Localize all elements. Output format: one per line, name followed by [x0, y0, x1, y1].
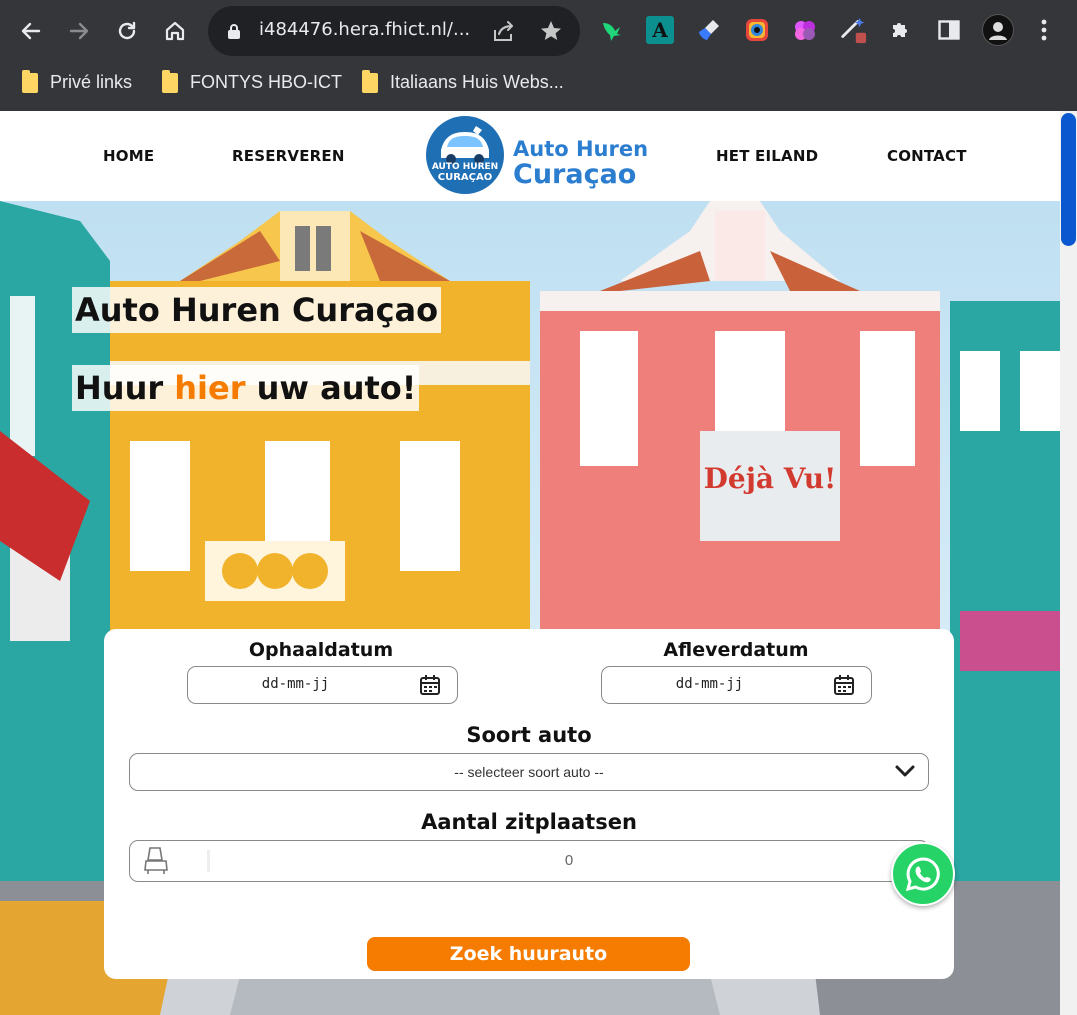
- bookmark-label: FONTYS HBO-ICT: [190, 72, 342, 92]
- lock-icon: [228, 24, 240, 39]
- nav-reserveren[interactable]: RESERVEREN: [232, 147, 345, 165]
- site-logo-text[interactable]: Auto Huren Curaçao: [513, 137, 649, 190]
- extension-5[interactable]: [791, 16, 819, 44]
- logo-badge-line1: AUTO HUREN: [431, 162, 499, 172]
- folder-icon: [162, 69, 178, 93]
- calendar-icon[interactable]: [833, 674, 855, 696]
- extension-4[interactable]: [743, 16, 771, 44]
- extension-2[interactable]: A: [646, 16, 674, 44]
- avatar-icon: [989, 22, 1007, 40]
- home-button[interactable]: [158, 14, 192, 48]
- seats-label: Aantal zitplaatsen: [421, 810, 637, 834]
- pickup-date-label: Ophaaldatum: [248, 639, 394, 661]
- site-header: HOME RESERVEREN AUTO HUREN CURAÇAO Auto …: [0, 111, 1060, 201]
- seats-value: 0: [564, 852, 574, 869]
- hero-subtitle-end: uw auto!: [245, 369, 417, 407]
- bookmark-folder[interactable]: Privé links: [22, 69, 133, 93]
- calendar-icon[interactable]: [419, 674, 441, 696]
- car-type-label: Soort auto: [466, 723, 592, 747]
- dropoff-date-value: dd-mm-jj: [675, 676, 744, 692]
- pickup-date-value: dd-mm-jj: [261, 676, 330, 692]
- dropoff-date-label: Afleverdatum: [663, 639, 809, 661]
- sidepanel-icon: [938, 20, 960, 40]
- profile-avatar[interactable]: [982, 14, 1014, 46]
- back-icon: [21, 22, 41, 40]
- extension-1[interactable]: [598, 16, 626, 44]
- menu-icon: [1041, 19, 1047, 41]
- nav-het-eiland[interactable]: HET EILAND: [716, 147, 818, 165]
- url-text: i484476.hera.fhict.nl/...: [259, 19, 471, 40]
- extension-font-icon: A: [652, 18, 668, 42]
- forward-button[interactable]: [62, 14, 96, 48]
- search-car-button[interactable]: Zoek huurauto: [367, 937, 690, 971]
- folder-icon: [22, 69, 38, 93]
- chevron-down-icon: [895, 765, 915, 777]
- extension-camera-icon: [746, 19, 768, 41]
- bookmark-folder[interactable]: Italiaans Huis Webs...: [362, 69, 564, 93]
- logo-line1: Auto Huren: [513, 137, 649, 161]
- hero-subtitle: Huur hier uw auto!: [72, 365, 420, 411]
- nav-home[interactable]: HOME: [103, 147, 154, 165]
- extension-brain-icon: [795, 21, 815, 40]
- search-form: Ophaaldatum dd-mm-jj Afleverdatum dd-mm-…: [104, 629, 954, 979]
- extension-bird-icon: [603, 23, 621, 41]
- site-logo[interactable]: AUTO HUREN CURAÇAO: [426, 116, 504, 194]
- home-icon: [165, 21, 185, 41]
- bookmarks-bar: Privé links FONTYS HBO-ICT Italiaans Hui…: [0, 62, 1077, 106]
- dropoff-date-input[interactable]: dd-mm-jj: [601, 666, 872, 704]
- bookmark-label: Privé links: [50, 72, 133, 92]
- share-icon[interactable]: [492, 20, 516, 42]
- extension-3[interactable]: [695, 16, 723, 44]
- bookmark-label: Italiaans Huis Webs...: [390, 72, 564, 92]
- extensions-button[interactable]: [887, 16, 915, 44]
- extension-6[interactable]: [839, 16, 867, 44]
- seats-input[interactable]: 0: [129, 840, 929, 882]
- logo-badge-line2: CURAÇAO: [437, 172, 493, 183]
- folder-icon: [362, 69, 378, 93]
- svg-text:Déjà Vu!: Déjà Vu!: [704, 462, 837, 495]
- address-bar[interactable]: i484476.hera.fhict.nl/...: [208, 6, 580, 56]
- car-type-select[interactable]: -- selecteer soort auto --: [129, 753, 929, 791]
- nav-contact[interactable]: CONTACT: [887, 147, 967, 165]
- whatsapp-icon: [905, 857, 940, 892]
- browser-menu-button[interactable]: [1030, 16, 1058, 44]
- side-panel-button[interactable]: [935, 16, 963, 44]
- pickup-date-input[interactable]: dd-mm-jj: [187, 666, 458, 704]
- back-button[interactable]: [14, 14, 48, 48]
- forward-icon: [69, 22, 89, 40]
- extension-sparkle-icon: [841, 17, 867, 44]
- puzzle-icon: [893, 23, 907, 37]
- reload-icon: [118, 21, 136, 40]
- reload-button[interactable]: [110, 14, 144, 48]
- page-scrollbar[interactable]: [1060, 111, 1077, 1015]
- car-type-selected: -- selecteer soort auto --: [454, 764, 604, 780]
- car-seat-icon: [144, 847, 168, 874]
- bookmark-folder[interactable]: FONTYS HBO-ICT: [162, 69, 342, 93]
- hero-title: Auto Huren Curaçao: [72, 287, 442, 333]
- web-page: HOME RESERVEREN AUTO HUREN CURAÇAO Auto …: [0, 111, 1060, 1015]
- browser-chrome: i484476.hera.fhict.nl/... A Privé links …: [0, 0, 1077, 111]
- logo-line2: Curaçao: [513, 159, 637, 190]
- hero-subtitle-start: Huur: [75, 369, 175, 407]
- star-icon[interactable]: [539, 19, 563, 43]
- whatsapp-button[interactable]: [891, 842, 955, 906]
- hero-subtitle-accent: hier: [174, 369, 246, 407]
- scrollbar-thumb[interactable]: [1061, 113, 1076, 246]
- extension-brush-icon: [699, 20, 719, 40]
